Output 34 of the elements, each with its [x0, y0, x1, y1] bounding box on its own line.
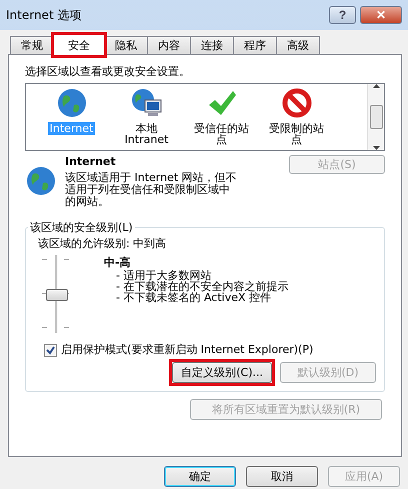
zone-item[interactable]: 受限制的站点	[264, 122, 330, 146]
tab[interactable]: 连接	[190, 36, 234, 54]
scroll-up-arrow-icon[interactable]	[372, 84, 380, 88]
zone-description: 该区域适用于 Internet 网站，但不适用于列在受信任和受限制区域中的网站。	[65, 172, 238, 208]
ok-button[interactable]: 确定	[164, 466, 236, 487]
level-name: 中-高	[104, 255, 132, 270]
cancel-button[interactable]: 取消	[246, 466, 318, 487]
zone-title: Internet	[65, 155, 117, 168]
checkbox-label: 启用保护模式(要求重新启动 Internet Explorer)(P)	[61, 343, 314, 357]
tab[interactable]: 常规	[10, 36, 54, 54]
help-button[interactable]: ?	[329, 6, 356, 24]
group-label: 该区域的安全级别(L)	[29, 220, 134, 235]
window-title: Internet 选项	[6, 6, 82, 24]
zone-item[interactable]: 本地 Intranet	[122, 122, 170, 146]
level-description: - 适用于大多数网站	[116, 270, 212, 281]
level-description: - 不下载未签名的 ActiveX 控件	[116, 292, 272, 303]
custom-level-button[interactable]: 自定义级别(C)...	[172, 362, 272, 383]
tab[interactable]: 程序	[233, 36, 277, 54]
zone-item[interactable]: 受信任的站点	[188, 122, 254, 146]
globe-computer-icon	[130, 87, 164, 119]
slider-thumb[interactable]	[46, 289, 68, 301]
globe-icon	[25, 165, 57, 197]
level-description: - 在下载潜在的不安全内容之前提示	[116, 281, 288, 292]
checkbox[interactable]	[44, 344, 57, 356]
tab[interactable]: 内容	[147, 36, 191, 54]
globe-icon	[56, 87, 88, 119]
allowed-level: 该区域的允许级别: 中到高	[38, 237, 166, 250]
zone-prompt: 选择区域以查看或更改安全设置。	[25, 65, 191, 79]
scroll-down-arrow-icon[interactable]	[372, 146, 380, 150]
no-entry-icon	[280, 87, 312, 119]
tab[interactable]: 隐私	[104, 36, 148, 54]
tab[interactable]: 高级	[276, 36, 320, 54]
tab[interactable]: 安全	[53, 34, 105, 55]
scrollbar[interactable]	[367, 84, 384, 150]
